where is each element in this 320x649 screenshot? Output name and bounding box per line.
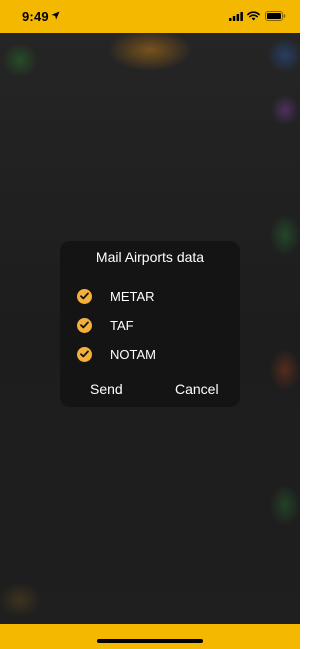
- option-label: NOTAM: [110, 346, 156, 362]
- wifi-icon: [247, 11, 260, 21]
- location-arrow-icon: [51, 11, 60, 20]
- option-metar[interactable]: METAR: [77, 287, 155, 305]
- checkmark-icon[interactable]: [77, 346, 92, 362]
- send-button[interactable]: Send: [90, 381, 123, 397]
- option-taf[interactable]: TAF: [77, 316, 134, 334]
- checkmark-icon[interactable]: [77, 317, 92, 333]
- dialog-title: Mail Airports data: [95, 249, 205, 265]
- mail-airports-dialog: Mail Airports data METAR TAF NOTAM Send …: [60, 241, 240, 407]
- cancel-button[interactable]: Cancel: [175, 381, 219, 397]
- screen: 9:49 Mail Airports data METAR TAF NOTAM …: [0, 0, 300, 649]
- option-notam[interactable]: NOTAM: [77, 345, 156, 363]
- option-label: METAR: [110, 288, 155, 304]
- checkmark-icon[interactable]: [77, 288, 92, 304]
- bottom-bar: [0, 624, 300, 649]
- battery-icon: [265, 11, 286, 21]
- status-bar: 9:49: [0, 0, 300, 33]
- option-label: TAF: [110, 317, 134, 333]
- cellular-signal-icon: [229, 12, 243, 21]
- status-time: 9:49: [22, 9, 49, 24]
- home-indicator[interactable]: [97, 639, 203, 643]
